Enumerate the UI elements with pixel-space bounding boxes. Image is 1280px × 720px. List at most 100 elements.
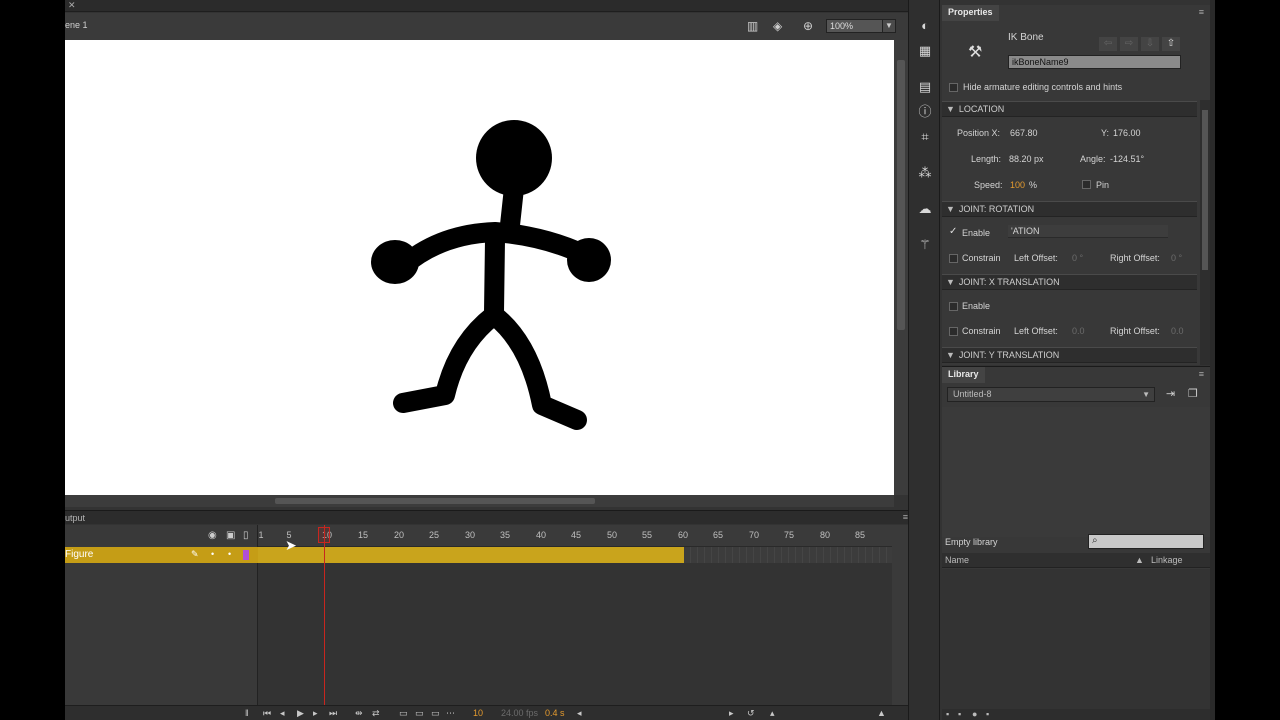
components-icon[interactable]: ⚚ <box>917 237 933 253</box>
enable-x-checkbox[interactable] <box>949 302 958 311</box>
new-symbol-icon[interactable]: ▪ <box>946 709 949 719</box>
child-bone-icon[interactable]: ⇩ <box>1141 37 1159 51</box>
constrain-label: Constrain <box>962 326 1001 336</box>
zoom-in-mountain-icon[interactable]: ▲ <box>877 708 886 718</box>
library-tab[interactable]: Library <box>942 367 985 383</box>
center-frame-icon[interactable]: ⇹ <box>355 708 363 719</box>
bone-name-input[interactable]: ikBoneName9 <box>1008 55 1181 69</box>
scene-label[interactable]: ene 1 <box>65 20 88 30</box>
stage-horizontal-scrollbar[interactable] <box>65 495 894 507</box>
previous-sibling-icon[interactable]: ⇦ <box>1099 37 1117 51</box>
scroll-thumb[interactable] <box>275 498 595 504</box>
transform-icon[interactable]: ⌗ <box>917 129 933 145</box>
library-document-select[interactable]: Untitled-8 ▼ <box>947 387 1155 402</box>
constrain-x-checkbox[interactable] <box>949 327 958 336</box>
left-offset-value[interactable]: 0 ° <box>1072 253 1083 263</box>
outline-icon[interactable]: ▯ <box>243 530 249 541</box>
joint-rotation-section-header[interactable]: ▼ JOINT: ROTATION <box>942 201 1197 217</box>
visibility-dot-icon[interactable]: • <box>211 549 214 559</box>
zoom-dropdown-button[interactable]: ▼ <box>882 19 896 33</box>
color-icon[interactable]: ◐ <box>917 18 933 34</box>
align-icon[interactable]: ▤ <box>917 79 933 95</box>
library-item-list[interactable] <box>942 569 1210 709</box>
ruler-tick: 75 <box>783 530 795 540</box>
swatches-icon[interactable]: ▦ <box>917 43 933 59</box>
search-icon: ⌕ <box>1092 535 1098 546</box>
delete-icon[interactable]: ▪ <box>986 709 989 719</box>
pause-icon[interactable]: ‖ <box>245 708 249 718</box>
edit-symbols-icon[interactable]: ◈ <box>773 19 782 33</box>
go-to-last-frame-icon[interactable]: ⏭ <box>329 708 337 719</box>
hide-controls-checkbox[interactable] <box>949 83 958 92</box>
new-folder-icon[interactable]: ▪ <box>958 709 961 719</box>
joint-y-section-header[interactable]: ▼ JOINT: Y TRANSLATION <box>942 347 1197 363</box>
info-icon[interactable]: ⓘ <box>917 104 933 120</box>
go-to-first-frame-icon[interactable]: ⏮ <box>263 708 271 719</box>
stage-canvas[interactable] <box>65 40 894 495</box>
ruler-tick: 60 <box>677 530 689 540</box>
timeline-vertical-scrollbar[interactable] <box>892 525 908 705</box>
pin-checkbox[interactable] <box>1082 180 1091 189</box>
center-stage-icon[interactable]: ⊕ <box>803 19 813 33</box>
onion-outline-icon[interactable]: ▭ <box>415 708 424 719</box>
close-tab-icon[interactable]: ✕ <box>68 0 76 11</box>
lock-icon[interactable]: ▣ <box>226 530 235 541</box>
modify-markers-icon[interactable]: ⋯ <box>446 708 455 719</box>
new-library-panel-icon[interactable]: ❐ <box>1188 387 1198 400</box>
speed-value[interactable]: 100 <box>1010 180 1025 190</box>
clip-to-stage-icon[interactable]: ▥ <box>747 19 758 33</box>
code-snippets-icon[interactable]: ⁂ <box>917 165 933 181</box>
enable-rotation-checkbox[interactable]: ✓ <box>949 226 957 237</box>
current-frame-value[interactable]: 10 <box>473 708 483 718</box>
lock-dot-icon[interactable]: • <box>228 549 231 559</box>
layer-color-swatch[interactable] <box>243 550 249 560</box>
step-forward-icon[interactable]: ▸ <box>313 708 318 719</box>
pose-layer-span[interactable] <box>258 547 684 563</box>
name-column-header[interactable]: Name <box>945 555 969 565</box>
left-offset-value[interactable]: 0.0 <box>1072 326 1085 336</box>
play-icon[interactable]: ▶ <box>297 708 304 719</box>
empty-frames[interactable] <box>684 547 892 563</box>
angle-value: -124.51° <box>1110 154 1145 164</box>
panel-menu-icon[interactable]: ≡ <box>1199 369 1204 379</box>
frame-ruler[interactable]: 1 5 10 15 20 25 30 35 40 45 50 55 60 65 … <box>258 525 892 547</box>
loop-icon[interactable]: ⇄ <box>372 708 380 719</box>
left-offset-label: Left Offset: <box>1014 326 1058 336</box>
pin-library-icon[interactable]: ⇥ <box>1166 387 1175 400</box>
edit-multiple-frames-icon[interactable]: ▭ <box>431 708 440 719</box>
eye-icon[interactable]: ◉ <box>208 530 217 541</box>
scroll-left-icon[interactable]: ◂ <box>577 708 582 719</box>
elapsed-time-value[interactable]: 0.4 s <box>545 708 565 718</box>
scroll-thumb[interactable] <box>897 60 905 330</box>
scroll-thumb[interactable] <box>1202 110 1208 270</box>
constrain-rotation-checkbox[interactable] <box>949 254 958 263</box>
next-sibling-icon[interactable]: ⇨ <box>1120 37 1138 51</box>
length-label: Length: <box>971 154 1002 164</box>
location-section-header[interactable]: ▼ LOCATION <box>942 101 1197 117</box>
output-tab[interactable]: utput <box>65 513 85 523</box>
layer-row-figure[interactable]: Figure ✎ • • <box>65 547 258 563</box>
library-search-input[interactable]: ⌕ <box>1088 534 1204 549</box>
stage-vertical-scrollbar[interactable] <box>894 40 908 495</box>
properties-tab[interactable]: Properties <box>942 5 999 21</box>
zoom-out-mountain-icon[interactable]: ▴ <box>770 708 775 719</box>
cc-libraries-icon[interactable]: ☁ <box>917 201 933 217</box>
ruler-tick: 45 <box>570 530 582 540</box>
reset-icon[interactable]: ↺ <box>747 708 755 719</box>
ruler-tick: 15 <box>357 530 369 540</box>
panel-menu-icon[interactable]: ≡ <box>1199 7 1204 17</box>
timeline-panel-header: utput ≡ <box>65 510 908 524</box>
scroll-right-icon[interactable]: ▸ <box>729 708 734 719</box>
onion-skin-icon[interactable]: ▭ <box>399 708 408 719</box>
properties-icon[interactable]: ● <box>972 709 977 719</box>
sort-up-icon[interactable]: ▲ <box>1135 555 1144 565</box>
step-back-icon[interactable]: ◂ <box>280 708 285 719</box>
fps-value[interactable]: 24.00 fps <box>501 708 538 718</box>
right-offset-value[interactable]: 0 ° <box>1171 253 1182 263</box>
right-offset-value[interactable]: 0.0 <box>1171 326 1184 336</box>
parent-bone-icon[interactable]: ⇧ <box>1162 37 1180 51</box>
joint-x-section-header[interactable]: ▼ JOINT: X TRANSLATION <box>942 274 1197 290</box>
properties-scrollbar[interactable] <box>1200 100 1210 365</box>
linkage-column-header[interactable]: Linkage <box>1151 555 1183 565</box>
frame-pane[interactable]: 1 5 10 15 20 25 30 35 40 45 50 55 60 65 … <box>258 525 892 705</box>
